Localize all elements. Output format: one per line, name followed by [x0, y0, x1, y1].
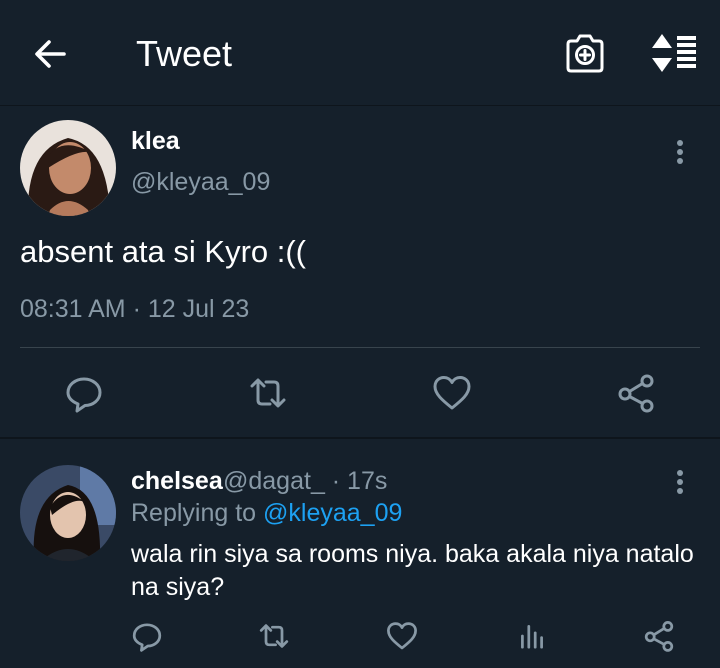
- more-dot: [677, 479, 683, 485]
- reply-icon: [132, 623, 162, 652]
- reply-retweet-button[interactable]: [258, 620, 290, 652]
- tweet-timestamp[interactable]: 08:31 AM · 12 Jul 23: [20, 293, 249, 325]
- more-options-button[interactable]: [670, 137, 690, 167]
- sort-list-icon: [652, 34, 696, 72]
- more-dot: [677, 140, 683, 146]
- reply-more-options-button[interactable]: [670, 467, 690, 497]
- reply-author-handle[interactable]: @dagat_ · 17s: [223, 466, 387, 496]
- like-icon: [433, 376, 471, 410]
- reply-icon: [66, 377, 102, 413]
- reply-author-name[interactable]: chelsea: [131, 466, 223, 496]
- reply-analytics-button[interactable]: [516, 620, 548, 652]
- retweet-icon: [250, 378, 286, 408]
- share-button[interactable]: [616, 373, 656, 413]
- app-header: Tweet: [0, 0, 720, 106]
- replying-to-line: Replying to @kleyaa_09: [131, 498, 402, 528]
- share-icon: [618, 374, 654, 413]
- retweet-button[interactable]: [248, 373, 288, 413]
- camera-add-icon: [566, 34, 604, 73]
- share-icon: [644, 621, 674, 652]
- reply-share-button[interactable]: [643, 620, 675, 652]
- reply-like-button[interactable]: [386, 620, 418, 652]
- divider: [0, 437, 720, 439]
- more-dot: [677, 149, 683, 155]
- divider: [20, 347, 700, 348]
- reply-text: wala rin siya sa rooms niya. baka akala …: [131, 540, 694, 601]
- more-dot: [677, 488, 683, 494]
- more-dot: [677, 158, 683, 164]
- author-handle[interactable]: @kleyaa_09: [131, 167, 270, 197]
- camera-button[interactable]: [562, 30, 608, 76]
- avatar[interactable]: [20, 120, 116, 216]
- analytics-icon: [521, 625, 543, 649]
- like-icon: [387, 622, 417, 650]
- reply-reply-button[interactable]: [131, 620, 163, 652]
- arrow-left-icon: [35, 40, 66, 68]
- replying-to-label: Replying to: [131, 499, 257, 527]
- reply-button[interactable]: [64, 373, 104, 413]
- avatar[interactable]: [20, 465, 116, 561]
- like-button[interactable]: [432, 373, 472, 413]
- tweet-text: absent ata si Kyro :((: [20, 234, 307, 269]
- sort-button[interactable]: [648, 30, 698, 76]
- page-title: Tweet: [136, 33, 233, 74]
- retweet-icon: [259, 624, 289, 648]
- more-dot: [677, 470, 683, 476]
- back-button[interactable]: [30, 34, 70, 74]
- author-name[interactable]: klea: [131, 126, 180, 156]
- replying-to-handle[interactable]: @kleyaa_09: [263, 499, 402, 527]
